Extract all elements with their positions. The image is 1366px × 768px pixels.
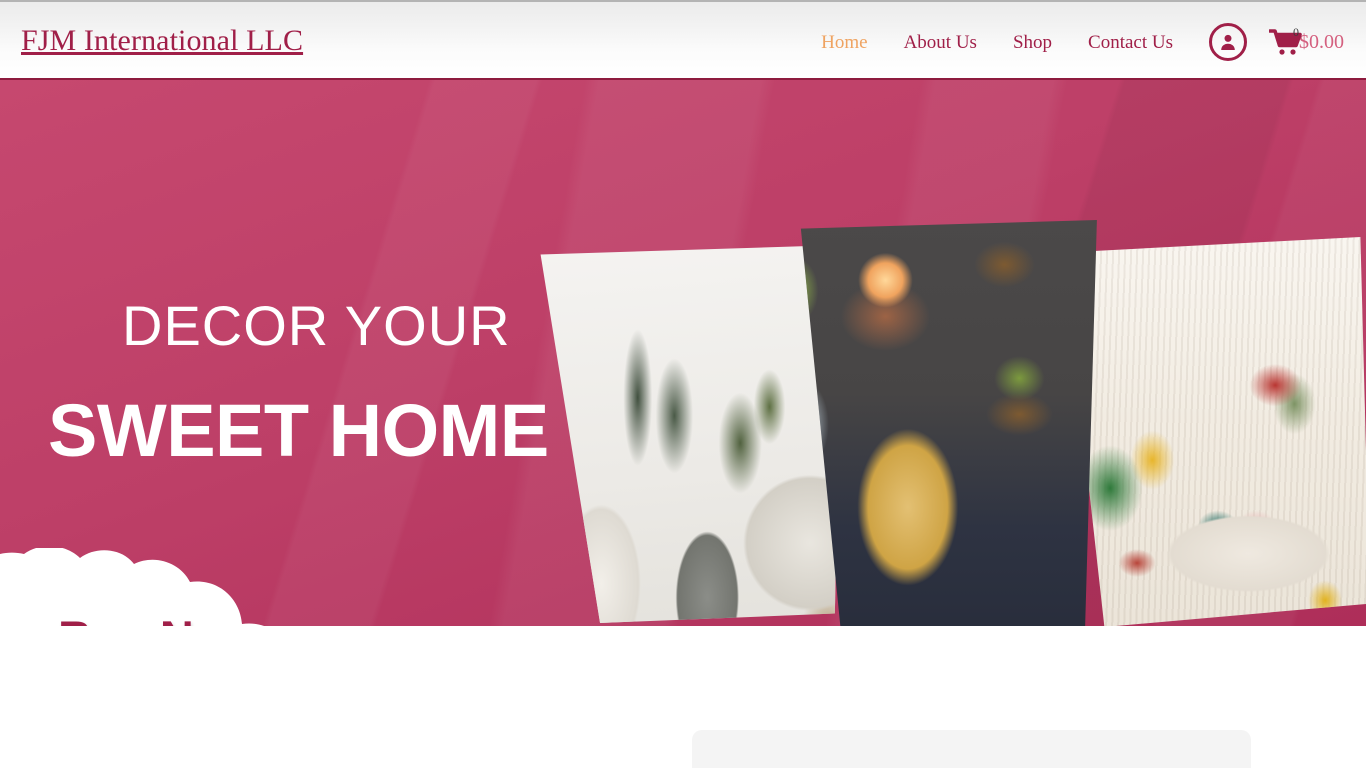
buy-now-button[interactable]: Buy Now: [0, 548, 388, 626]
hero-slide-image-3: [1062, 237, 1366, 626]
nav-item-home[interactable]: Home: [803, 33, 885, 52]
hero-carousel: DECOR YOUR SWEET HOME Buy Now: [0, 80, 1366, 626]
site-logo[interactable]: FJM International LLC: [21, 22, 303, 60]
nav-item-about-us[interactable]: About Us: [886, 33, 995, 52]
copper-pendant-lamp-photo: [800, 220, 1097, 626]
main-navigation: Home About Us Shop Contact Us: [803, 33, 1191, 52]
nav-item-contact-us[interactable]: Contact Us: [1070, 33, 1191, 52]
cart-total-amount: $0.00: [1299, 31, 1344, 53]
user-circle-icon[interactable]: [1209, 23, 1247, 61]
content-card-placeholder: [692, 730, 1251, 768]
nav-item-shop[interactable]: Shop: [995, 33, 1070, 52]
hero-slide-image-2: [800, 220, 1097, 626]
cart-button[interactable]: 0 $0.00: [1269, 25, 1348, 56]
living-room-sofa-photo: [1062, 237, 1366, 626]
header-nav-area: Home About Us Shop Contact Us 0 $0.00: [803, 2, 1348, 82]
hero-slide-image-1: [540, 245, 841, 623]
hero-headline: SWEET HOME: [48, 389, 549, 472]
site-header: FJM International LLC Home About Us Shop…: [0, 0, 1366, 80]
hero-subheadline: DECOR YOUR: [122, 294, 511, 357]
hero-copy: DECOR YOUR SWEET HOME: [0, 80, 600, 626]
buy-now-label: Buy Now: [58, 610, 259, 626]
below-hero-section: [0, 626, 1366, 768]
vases-dried-plants-photo: [540, 245, 841, 623]
cart-count-badge: 0: [1293, 25, 1299, 39]
